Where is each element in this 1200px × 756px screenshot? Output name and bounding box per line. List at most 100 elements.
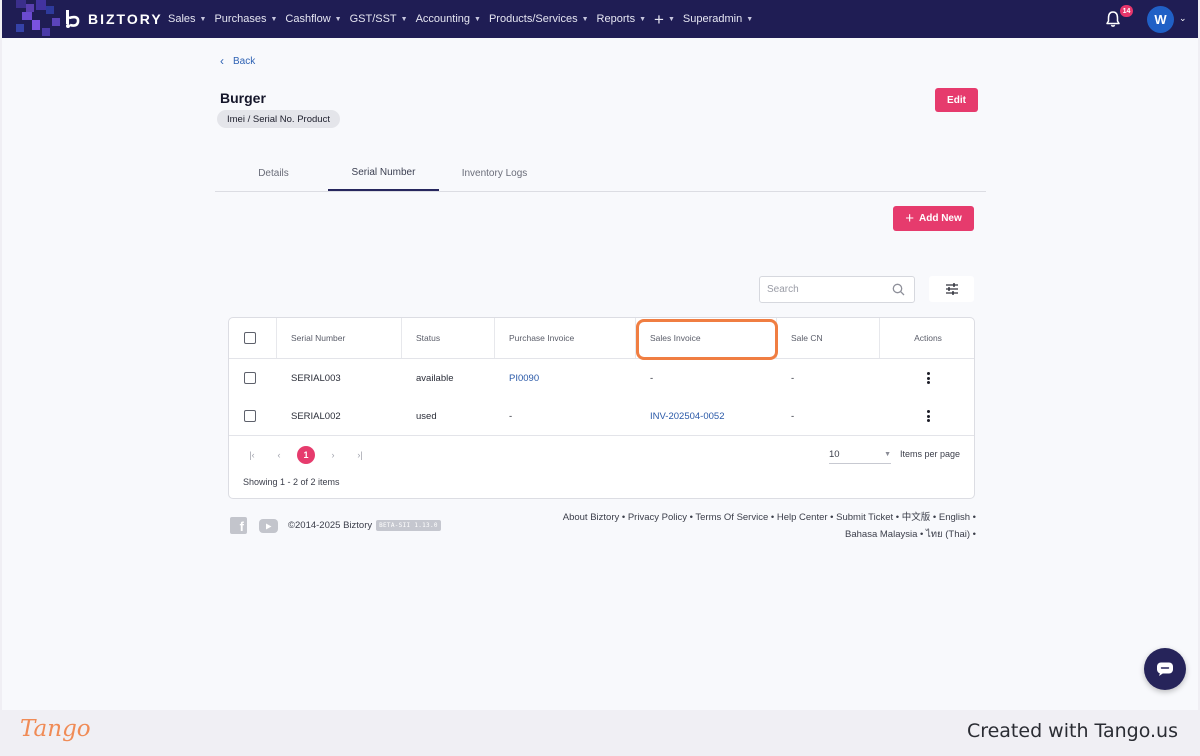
page-number-current[interactable]: 1 bbox=[297, 446, 315, 464]
pagination: |‹ ‹ 1 › ›| bbox=[243, 446, 378, 464]
tab-bar: Details Serial Number Inventory Logs bbox=[215, 155, 986, 192]
biztory-logo[interactable]: BIZTORY bbox=[64, 9, 163, 29]
more-vertical-icon[interactable] bbox=[926, 410, 930, 422]
nav-products-services[interactable]: Products/Services ▼ bbox=[489, 13, 589, 25]
nav-reports[interactable]: Reports ▼ bbox=[597, 13, 646, 25]
nav-cashflow[interactable]: Cashflow ▼ bbox=[285, 13, 341, 25]
nav-accounting[interactable]: Accounting ▼ bbox=[416, 13, 481, 25]
tab-details[interactable]: Details bbox=[218, 155, 329, 191]
search-box bbox=[759, 276, 915, 303]
nav-label: Products/Services bbox=[488, 13, 578, 25]
edit-button[interactable]: Edit bbox=[935, 88, 978, 112]
chevron-down-icon: ▼ bbox=[667, 15, 675, 23]
chevron-down-icon: ▼ bbox=[474, 15, 481, 23]
last-page-icon[interactable]: ›| bbox=[351, 446, 369, 464]
row-select-cell bbox=[229, 397, 277, 435]
sale-cn-cell: - bbox=[791, 410, 795, 422]
facebook-icon[interactable]: f bbox=[230, 517, 247, 534]
chevron-down-icon: ▼ bbox=[199, 15, 207, 23]
row-select-cell bbox=[229, 359, 277, 397]
chevron-left-icon: ‹ bbox=[220, 54, 224, 68]
row-checkbox[interactable] bbox=[244, 410, 256, 422]
table-row: SERIAL002 used - INV-202504-0052 - bbox=[229, 397, 974, 435]
prev-page-icon[interactable]: ‹ bbox=[270, 446, 288, 464]
biztory-logo-icon bbox=[66, 10, 80, 28]
play-icon bbox=[266, 523, 272, 529]
next-page-icon[interactable]: › bbox=[324, 446, 342, 464]
youtube-icon[interactable] bbox=[259, 519, 278, 533]
search-icon[interactable] bbox=[892, 283, 905, 296]
actions-cell bbox=[880, 397, 974, 435]
header-select-all-cell bbox=[229, 318, 277, 358]
pagination-summary: Showing 1 - 2 of 2 items bbox=[243, 477, 340, 487]
notification-count-badge: 14 bbox=[1120, 5, 1133, 17]
first-page-icon[interactable]: |‹ bbox=[243, 446, 261, 464]
sale-cn-cell: - bbox=[791, 372, 795, 384]
version-badge: BETA-SII 1.13.0 bbox=[376, 520, 441, 531]
footer-links-line-1[interactable]: About Biztory • Privacy Policy • Terms O… bbox=[536, 509, 976, 526]
search-input[interactable] bbox=[760, 277, 880, 302]
copyright: ©2014-2025 Biztory BETA-SII 1.13.0 bbox=[288, 520, 441, 531]
items-per-page-value: 10 bbox=[829, 449, 840, 460]
footer-links-line-2[interactable]: Bahasa Malaysia • ไทย (Thai) • bbox=[536, 526, 976, 543]
nav-label: Cashflow bbox=[285, 13, 331, 25]
tango-credit: Created with Tango.us bbox=[966, 720, 1178, 742]
column-header-sales-invoice[interactable]: Sales Invoice bbox=[636, 318, 777, 358]
purchase-invoice-cell: - bbox=[509, 410, 513, 422]
sliders-icon bbox=[945, 283, 958, 295]
column-header-status[interactable]: Status bbox=[402, 318, 495, 358]
column-header-sale-cn[interactable]: Sale CN bbox=[777, 318, 880, 358]
nav-label: Purchases bbox=[214, 13, 267, 25]
serial-number-cell: SERIAL002 bbox=[291, 410, 341, 422]
table-header: Serial Number Status Purchase Invoice Sa… bbox=[229, 318, 974, 359]
chevron-down-icon: ▼ bbox=[270, 15, 278, 23]
nav-purchases[interactable]: Purchases ▼ bbox=[214, 13, 277, 25]
purchase-invoice-link[interactable]: PI0090 bbox=[509, 373, 539, 384]
items-per-page-label: Items per page bbox=[900, 449, 961, 459]
tab-inventory-logs[interactable]: Inventory Logs bbox=[439, 155, 550, 191]
more-vertical-icon[interactable] bbox=[926, 372, 930, 384]
nav-sales[interactable]: Sales ▼ bbox=[168, 13, 206, 25]
add-new-label: Add New bbox=[918, 213, 962, 224]
table-row: SERIAL003 available PI0090 - - bbox=[229, 359, 974, 397]
serial-number-cell: SERIAL003 bbox=[291, 372, 341, 384]
column-header-serial-number[interactable]: Serial Number bbox=[277, 318, 402, 358]
chevron-down-icon: ▼ bbox=[884, 451, 891, 458]
select-all-checkbox[interactable] bbox=[244, 332, 256, 344]
page-title: Burger bbox=[220, 90, 266, 106]
nav-superadmin[interactable]: Superadmin ▼ bbox=[683, 13, 753, 25]
product-type-badge: Imei / Serial No. Product bbox=[217, 110, 340, 128]
chevron-down-icon: ▼ bbox=[746, 15, 754, 23]
sales-invoice-cell: - bbox=[650, 372, 654, 384]
sales-invoice-link[interactable]: INV-202504-0052 bbox=[650, 411, 724, 422]
top-navbar: BIZTORY Sales ▼ Purchases ▼ Cashflow ▼ GST/… bbox=[2, 0, 1198, 38]
status-cell: available bbox=[416, 372, 454, 384]
row-checkbox[interactable] bbox=[244, 372, 256, 384]
chevron-down-icon: ▼ bbox=[400, 15, 408, 23]
back-link[interactable]: ‹ Back bbox=[220, 55, 255, 67]
sales-invoice-cell: INV-202504-0052 bbox=[636, 397, 777, 435]
user-avatar[interactable]: W bbox=[1147, 6, 1174, 33]
nav-gst-sst[interactable]: GST/SST ▼ bbox=[350, 13, 408, 25]
bell-icon[interactable] bbox=[1105, 10, 1121, 28]
chat-icon bbox=[1157, 662, 1173, 676]
add-new-button[interactable]: + Add New bbox=[893, 206, 974, 231]
brand-name: BIZTORY bbox=[88, 11, 163, 27]
main-nav: Sales ▼ Purchases ▼ Cashflow ▼ GST/SST ▼ Acc… bbox=[168, 0, 761, 38]
serial-number-table: Serial Number Status Purchase Invoice Sa… bbox=[228, 317, 975, 499]
nav-quick-add[interactable]: + ▼ bbox=[654, 11, 675, 28]
column-header-purchase-invoice[interactable]: Purchase Invoice bbox=[495, 318, 636, 358]
plus-icon: + bbox=[654, 9, 664, 29]
column-settings-button[interactable] bbox=[929, 276, 974, 302]
chevron-down-icon[interactable]: ⌄ bbox=[1179, 13, 1187, 24]
tab-serial-number[interactable]: Serial Number bbox=[328, 155, 439, 191]
back-label: Back bbox=[233, 55, 256, 67]
chevron-down-icon: ▼ bbox=[334, 15, 342, 23]
nav-label: GST/SST bbox=[349, 13, 397, 25]
items-per-page-select[interactable]: 10 ▼ bbox=[829, 446, 891, 464]
chevron-down-icon: ▼ bbox=[581, 15, 589, 23]
nav-label: Sales bbox=[168, 13, 196, 25]
purchase-invoice-cell: PI0090 bbox=[495, 359, 636, 397]
footer-links[interactable]: About Biztory • Privacy Policy • Terms O… bbox=[536, 509, 976, 543]
chat-support-button[interactable] bbox=[1144, 648, 1186, 690]
